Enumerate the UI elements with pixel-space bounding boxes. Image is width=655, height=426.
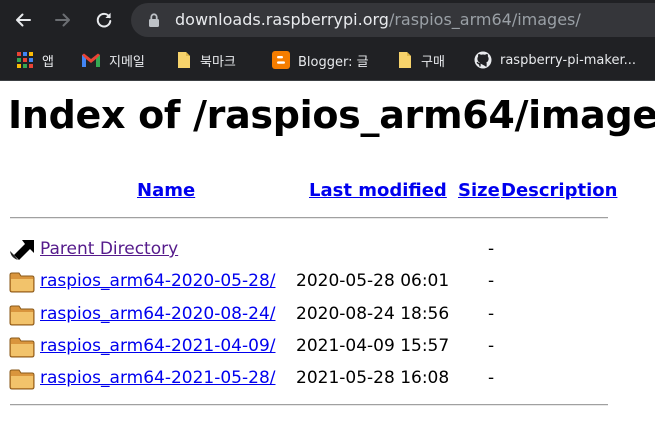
- bookmark-folder-bookmarks[interactable]: 북마크: [176, 40, 236, 80]
- folder-icon: [9, 305, 35, 326]
- sort-by-description-link[interactable]: Description: [501, 180, 617, 201]
- table-row-parent: Parent Directory -: [0, 236, 655, 264]
- back-arrow-icon: [10, 240, 34, 260]
- folder-icon: [9, 337, 35, 358]
- page-title: Index of /raspios_arm64/images: [8, 93, 655, 137]
- github-icon: [474, 51, 492, 69]
- bookmark-label: 지메일: [109, 54, 145, 70]
- url-text: downloads.raspberrypi.org/raspios_arm64/…: [175, 3, 581, 37]
- lock-icon: [149, 13, 159, 27]
- row-size: -: [488, 336, 495, 356]
- divider: [10, 217, 608, 219]
- bookmark-apps[interactable]: 앱: [16, 40, 54, 80]
- arrow-right-icon: [55, 13, 70, 27]
- bookmark-blogger[interactable]: Blogger: 글: [272, 40, 369, 80]
- divider: [10, 404, 608, 406]
- row-size: -: [488, 271, 495, 291]
- table-row: raspios_arm64-2020-05-28/ 2020-05-28 06:…: [0, 268, 655, 296]
- bookmark-gmail[interactable]: 지메일: [81, 40, 145, 80]
- table-row: raspios_arm64-2021-04-09/ 2021-04-09 15:…: [0, 333, 655, 361]
- folder-link[interactable]: raspios_arm64-2021-05-28/: [40, 368, 276, 388]
- gmail-icon: [82, 53, 100, 67]
- table-row: raspios_arm64-2020-08-24/ 2020-08-24 18:…: [0, 301, 655, 329]
- row-modified: 2021-05-28 16:08: [296, 368, 450, 388]
- address-bar[interactable]: downloads.raspberrypi.org/raspios_arm64/…: [131, 3, 655, 37]
- sort-by-size-link[interactable]: Size: [458, 180, 500, 201]
- row-modified: 2021-04-09 15:57: [296, 336, 450, 356]
- reload-button[interactable]: [92, 8, 116, 32]
- bookmark-folder-buy[interactable]: 구매: [397, 40, 445, 80]
- url-host: downloads.raspberrypi.org: [175, 10, 389, 29]
- bookmark-folder-icon: [399, 52, 411, 68]
- back-button[interactable]: [11, 8, 35, 32]
- bookmark-label: Blogger: 글: [298, 54, 369, 70]
- folder-link[interactable]: raspios_arm64-2020-05-28/: [40, 271, 276, 291]
- bookmark-label: 앱: [42, 54, 54, 70]
- apps-grid-icon: [17, 52, 33, 68]
- blogger-icon: [272, 51, 290, 69]
- sort-by-last-modified-link[interactable]: Last modified: [309, 180, 447, 201]
- folder-icon: [9, 369, 35, 390]
- row-modified: 2020-08-24 18:56: [296, 304, 450, 324]
- browser-toolbar: downloads.raspberrypi.org/raspios_arm64/…: [0, 0, 655, 40]
- folder-icon: [9, 272, 35, 293]
- bookmarks-bar: 앱 지메일 북마크 Blogger: 글 구매 raspberry-pi-mak…: [0, 40, 655, 81]
- bookmark-github[interactable]: raspberry-pi-maker...: [474, 40, 636, 80]
- bookmark-label: 구매: [421, 54, 445, 70]
- row-size: -: [488, 239, 495, 259]
- bookmark-folder-icon: [178, 52, 190, 68]
- url-path: /raspios_arm64/images/: [388, 10, 581, 29]
- parent-directory-link[interactable]: Parent Directory: [40, 239, 178, 259]
- bookmark-label: 북마크: [200, 54, 236, 70]
- forward-button[interactable]: [51, 8, 75, 32]
- row-size: -: [488, 304, 495, 324]
- reload-icon: [96, 12, 112, 28]
- table-row: raspios_arm64-2021-05-28/ 2021-05-28 16:…: [0, 365, 655, 393]
- folder-link[interactable]: raspios_arm64-2020-08-24/: [40, 304, 276, 324]
- sort-by-name-link[interactable]: Name: [137, 180, 195, 201]
- bookmark-label: raspberry-pi-maker...: [500, 52, 636, 68]
- row-size: -: [488, 368, 495, 388]
- row-modified: 2020-05-28 06:01: [296, 271, 450, 291]
- folder-link[interactable]: raspios_arm64-2021-04-09/: [40, 336, 276, 356]
- arrow-left-icon: [16, 13, 31, 27]
